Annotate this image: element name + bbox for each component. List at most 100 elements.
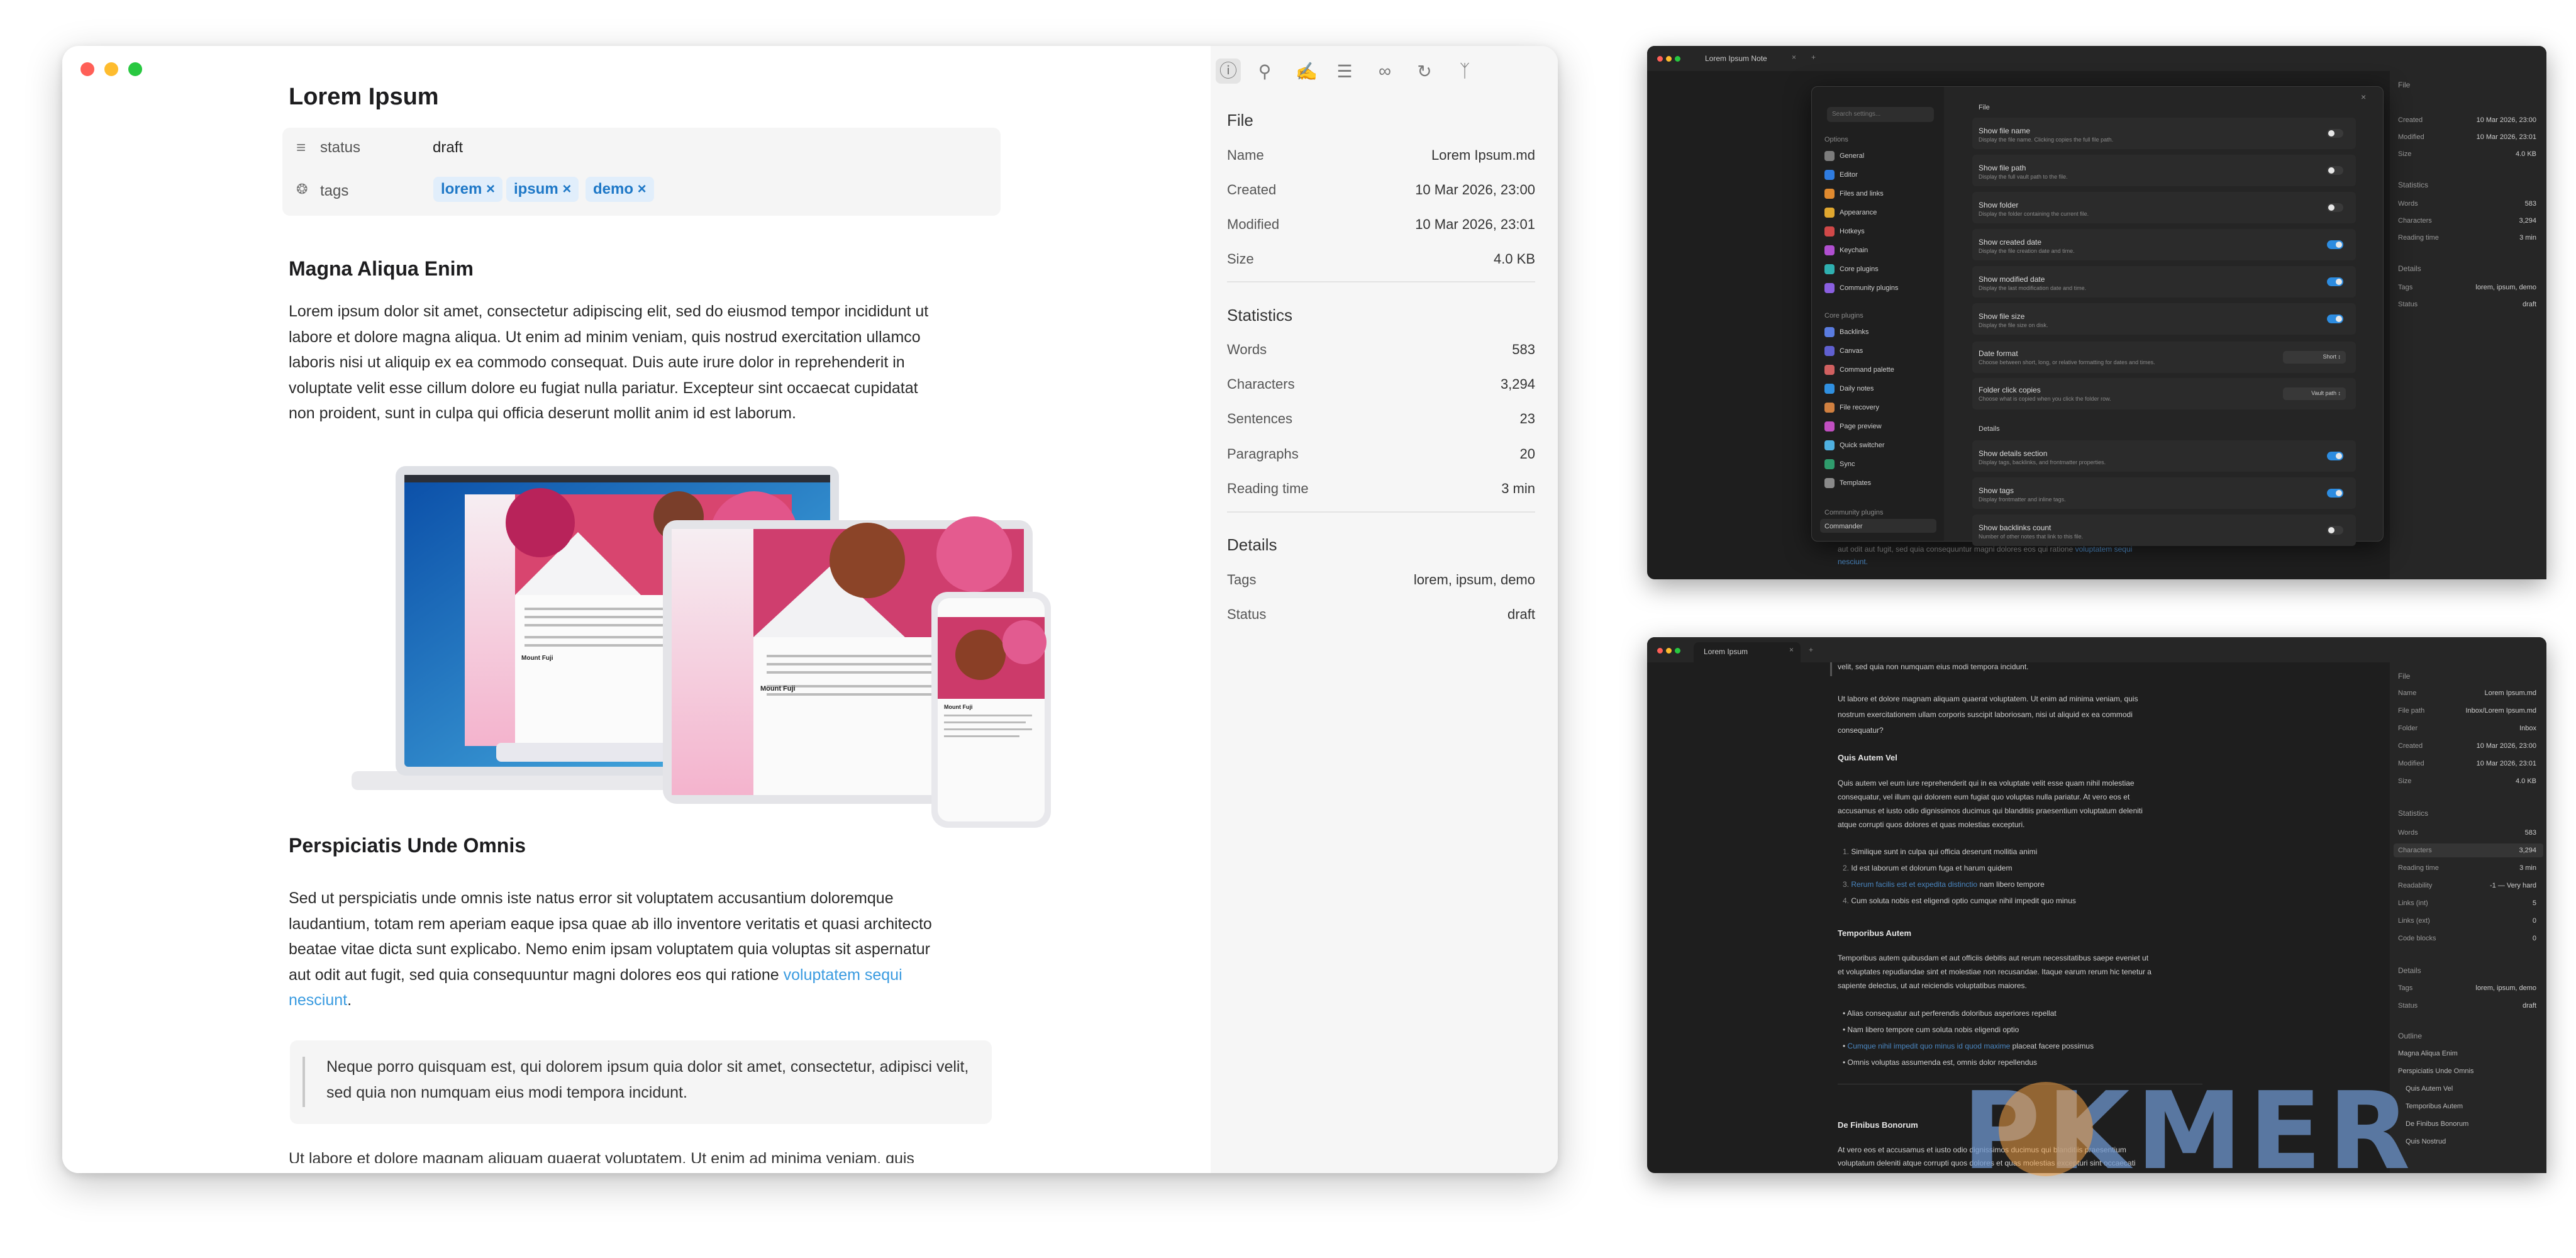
setting-title: Folder click copies xyxy=(1979,386,2041,394)
list-icon[interactable]: ☰ xyxy=(1335,61,1354,82)
close-tab-icon[interactable]: × xyxy=(1792,53,1796,62)
select-dropdown[interactable]: Vault path ↕ xyxy=(2283,387,2346,400)
outline-item[interactable]: Magna Aliqua Enim xyxy=(2398,1050,2458,1057)
nav-item[interactable]: Sync xyxy=(1840,460,1855,468)
inline-link[interactable]: Rerum facilis est et expedita distinctio xyxy=(1851,880,1977,889)
tab-title[interactable]: Lorem Ipsum xyxy=(1704,647,1748,656)
nav-item[interactable]: Core plugins xyxy=(1840,265,1879,273)
graph-icon[interactable]: ᛉ xyxy=(1455,61,1474,81)
file-size-label: Size xyxy=(1227,251,1254,267)
side-value: lorem, ipsum, demo xyxy=(2475,984,2536,992)
select-dropdown[interactable]: Short ↕ xyxy=(2283,351,2346,364)
nav-icon xyxy=(1824,264,1835,274)
nav-item-commander[interactable]: Commander xyxy=(1824,523,1863,530)
setting-desc: Display the full vault path to the file. xyxy=(1979,174,2068,180)
toggle-switch[interactable] xyxy=(2327,526,2343,535)
file-name-value[interactable]: Lorem Ipsum.md xyxy=(1431,147,1535,164)
detail-value[interactable]: lorem, ipsum, demo xyxy=(1414,572,1535,588)
nav-item[interactable]: Command palette xyxy=(1840,366,1894,374)
nav-item[interactable]: Keychain xyxy=(1840,247,1868,254)
tag-pill[interactable]: demo × xyxy=(586,177,654,202)
section-title: File xyxy=(1979,104,1990,111)
stat-value: 3,294 xyxy=(1500,376,1535,392)
close-button[interactable] xyxy=(1657,56,1663,62)
nav-item[interactable]: Backlinks xyxy=(1840,328,1868,336)
search-icon[interactable]: ⚲ xyxy=(1255,61,1274,82)
nav-item[interactable]: Appearance xyxy=(1840,209,1877,216)
minimize-button[interactable] xyxy=(104,62,118,76)
side-value: 10 Mar 2026, 23:01 xyxy=(2476,760,2536,767)
property-key-tags[interactable]: tags xyxy=(320,182,348,200)
side-value: 10 Mar 2026, 23:00 xyxy=(2476,116,2536,124)
side-value: Lorem Ipsum.md xyxy=(2484,689,2536,697)
paragraph[interactable]: Sed ut perspiciatis unde omnis iste natu… xyxy=(289,886,1006,1013)
nav-icon xyxy=(1824,384,1835,394)
link-icon[interactable]: ∞ xyxy=(1375,61,1394,81)
nav-item[interactable]: Page preview xyxy=(1840,423,1882,430)
toggle-switch[interactable] xyxy=(2327,166,2343,175)
side-value: 10 Mar 2026, 23:00 xyxy=(2476,742,2536,750)
signature-icon[interactable]: ✍ xyxy=(1296,61,1318,82)
inline-link[interactable]: nesciunt xyxy=(289,991,347,1009)
tag-pill[interactable]: ipsum × xyxy=(506,177,579,202)
side-section-title: File xyxy=(2398,81,2411,89)
side-label: Size xyxy=(2398,150,2412,158)
section-heading: De Finibus Bonorum xyxy=(1838,1120,1918,1130)
paragraph-line: Temporibus autem quibusdam et aut offici… xyxy=(1838,954,2149,962)
side-value: 5 xyxy=(2532,899,2536,907)
section-heading: Quis Autem Vel xyxy=(1838,753,1897,762)
nav-item[interactable]: Hotkeys xyxy=(1840,228,1865,235)
toggle-switch[interactable] xyxy=(2327,240,2343,249)
close-button[interactable] xyxy=(1657,648,1663,654)
text-lines-icon: ≡ xyxy=(296,138,306,157)
nav-item[interactable]: Quick switcher xyxy=(1840,442,1885,449)
toggle-switch[interactable] xyxy=(2327,277,2343,286)
blockquote[interactable]: Neque porro quisquam est, qui dolorem ip… xyxy=(290,1040,992,1124)
nav-item[interactable]: Community plugins xyxy=(1840,284,1899,292)
info-icon[interactable]: ⓘ xyxy=(1216,58,1241,84)
setting-title: Show file path xyxy=(1979,164,2026,172)
side-value: 3 min xyxy=(2519,864,2536,872)
paragraph-line: et voluptates repudiandae sint et molest… xyxy=(1838,967,2151,976)
settings-search-input[interactable]: Search settings... xyxy=(1827,107,1934,122)
toggle-switch[interactable] xyxy=(2327,203,2343,212)
nav-item[interactable]: File recovery xyxy=(1840,404,1879,411)
paragraph-line: Quis autem vel eum iure reprehenderit qu… xyxy=(1838,779,2135,788)
tag-pill[interactable]: lorem × xyxy=(433,177,503,202)
close-button[interactable] xyxy=(80,62,94,76)
property-value-status[interactable]: draft xyxy=(433,139,463,157)
property-key-status[interactable]: status xyxy=(320,139,360,157)
setting-desc: Display the file name. Clicking copies t… xyxy=(1979,136,2114,143)
toggle-switch[interactable] xyxy=(2327,129,2343,138)
tab-title[interactable]: Lorem Ipsum Note xyxy=(1705,54,1767,63)
paragraph[interactable]: Lorem ipsum dolor sit amet, consectetur … xyxy=(289,299,1006,426)
close-icon[interactable]: × xyxy=(2361,92,2366,102)
toggle-switch[interactable] xyxy=(2327,489,2343,498)
nav-item[interactable]: Canvas xyxy=(1840,347,1863,355)
minimize-button[interactable] xyxy=(1666,56,1672,62)
toggle-switch[interactable] xyxy=(2327,452,2343,460)
nav-group-header: Options xyxy=(1824,136,1848,143)
inline-link[interactable]: voluptatem sequi xyxy=(784,966,902,984)
side-label: Reading time xyxy=(2398,234,2439,242)
nav-item[interactable]: Files and links xyxy=(1840,190,1884,198)
new-tab-icon[interactable]: + xyxy=(1811,53,1816,62)
minimize-button[interactable] xyxy=(1666,648,1672,654)
list-item: • Cumque nihil impedit quo minus id quod… xyxy=(1843,1042,2094,1050)
nav-item[interactable]: General xyxy=(1840,152,1864,160)
nav-icon xyxy=(1824,440,1835,450)
zoom-button[interactable] xyxy=(128,62,142,76)
nav-item[interactable]: Editor xyxy=(1840,171,1858,179)
nav-item[interactable]: Templates xyxy=(1840,479,1871,487)
close-tab-icon[interactable]: × xyxy=(1789,645,1794,654)
zoom-button[interactable] xyxy=(1675,648,1680,654)
backlink-icon[interactable]: ↻ xyxy=(1415,61,1434,82)
inline-link[interactable]: Cumque nihil impedit quo minus id quod m… xyxy=(1848,1042,2011,1050)
new-tab-icon[interactable]: + xyxy=(1809,645,1813,654)
nav-item[interactable]: Daily notes xyxy=(1840,385,1874,392)
zoom-button[interactable] xyxy=(1675,56,1680,62)
page-title[interactable]: Lorem Ipsum xyxy=(289,84,439,111)
editor-pane[interactable]: Lorem Ipsum ≡ status draft ❂ tags lorem … xyxy=(62,46,1211,1173)
toggle-switch[interactable] xyxy=(2327,314,2343,323)
detail-value: draft xyxy=(1507,606,1535,622)
